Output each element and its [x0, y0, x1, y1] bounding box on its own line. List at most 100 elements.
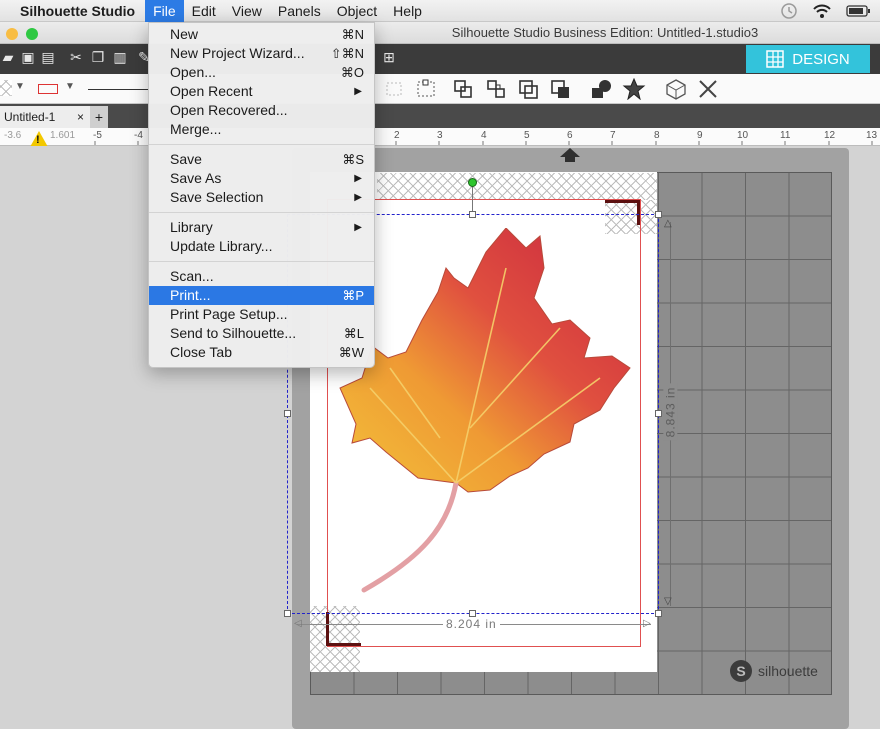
width-dimension-label: 8.204 in — [443, 617, 500, 631]
ruler-x-field[interactable]: -3.6 — [4, 130, 21, 141]
group-icon[interactable] — [382, 78, 406, 100]
horizontal-ruler: -3.6 1.601 -5 -4 2 3 4 5 6 7 8 9 10 11 1… — [0, 128, 880, 146]
status-icons — [780, 0, 880, 22]
ruler-label: 10 — [737, 130, 749, 141]
print-icon[interactable]: ▤ — [40, 49, 56, 67]
tab-label: Untitled-1 — [4, 110, 56, 124]
shapes-icon[interactable] — [590, 78, 614, 100]
page-margin-top — [377, 173, 657, 200]
menu-item-open[interactable]: Open... ⌘O — [149, 63, 374, 82]
menu-help[interactable]: Help — [385, 0, 430, 22]
ruler-y-field[interactable]: 1.601 — [50, 130, 75, 141]
app-menu[interactable]: Silhouette Studio — [6, 3, 145, 19]
menu-panels[interactable]: Panels — [270, 0, 329, 22]
star-icon[interactable] — [622, 78, 646, 100]
menu-file[interactable]: File — [145, 0, 184, 22]
menu-item-open-recovered[interactable]: Open Recovered... — [149, 101, 374, 120]
ruler-label: -5 — [93, 130, 102, 141]
dimension-arrow-top-icon: △ — [664, 218, 672, 229]
menu-object[interactable]: Object — [329, 0, 385, 22]
ruler-label: 3 — [437, 130, 443, 141]
menu-item-open-recent[interactable]: Open Recent ▶ — [149, 82, 374, 101]
menu-item-save-as[interactable]: Save As ▶ — [149, 169, 374, 188]
add-tab-button[interactable]: + — [90, 106, 108, 128]
line-color-dropdown-icon[interactable]: ▼ — [65, 81, 75, 92]
fill-swatch[interactable] — [0, 80, 12, 96]
design-button-label: DESIGN — [792, 50, 850, 68]
intersect-icon[interactable] — [517, 78, 541, 100]
weld-icon[interactable] — [452, 78, 476, 100]
menu-item-send-to-silhouette[interactable]: Send to Silhouette... ⌘L — [149, 324, 374, 343]
menu-item-merge[interactable]: Merge... — [149, 120, 374, 139]
menu-item-scan[interactable]: Scan... — [149, 267, 374, 286]
menu-item-save-selection[interactable]: Save Selection ▶ — [149, 188, 374, 207]
ruler-label: 4 — [481, 130, 487, 141]
ruler-label: 8 — [654, 130, 660, 141]
dimension-arrow-left-icon: ◁ — [294, 618, 302, 629]
silhouette-logo: S silhouette — [730, 660, 818, 682]
ruler-label: 6 — [567, 130, 573, 141]
ruler-label: 5 — [524, 130, 530, 141]
resize-handle-bottom[interactable] — [469, 610, 476, 617]
copy-icon[interactable]: ❐ — [90, 49, 106, 67]
menu-item-new[interactable]: New ⌘N — [149, 25, 374, 44]
line-color-swatch[interactable] — [38, 84, 58, 94]
menu-item-save[interactable]: Save ⌘S — [149, 150, 374, 169]
time-machine-icon[interactable] — [780, 2, 798, 20]
resize-handle-right[interactable] — [655, 410, 662, 417]
submenu-arrow-icon: ▶ — [354, 86, 362, 97]
main-toolbar: ▰ ▣ ▤ ✂ ❐ ▥ ✎ ⊞ DESIGN — [0, 44, 880, 74]
height-dimension-label: 8.843 in — [663, 383, 678, 441]
menu-view[interactable]: View — [224, 0, 270, 22]
ruler-label: 12 — [824, 130, 836, 141]
menu-item-update-library[interactable]: Update Library... — [149, 237, 374, 256]
menu-item-close-tab[interactable]: Close Tab ⌘W — [149, 343, 374, 362]
fill-dropdown-icon[interactable]: ▼ — [15, 81, 25, 92]
ungroup-icon[interactable] — [414, 78, 438, 100]
menu-item-new-project-wizard[interactable]: New Project Wizard... ⇧⌘N — [149, 44, 374, 63]
ruler-label: -4 — [134, 130, 143, 141]
tab-close-icon[interactable]: × — [77, 110, 84, 124]
submenu-arrow-icon: ▶ — [354, 173, 362, 184]
menu-bar: Silhouette Studio File Edit View Panels … — [0, 0, 880, 22]
save-icon[interactable]: ▣ — [20, 49, 36, 67]
warning-mark-icon: ! — [36, 134, 40, 146]
window-title: Silhouette Studio Business Edition: Unti… — [451, 25, 759, 40]
paste-icon[interactable]: ▥ — [112, 49, 128, 67]
cut-icon[interactable]: ✂ — [68, 49, 84, 67]
ruler-label: 13 — [866, 130, 878, 141]
resize-handle-top-right[interactable] — [655, 211, 662, 218]
menu-item-library[interactable]: Library ▶ — [149, 218, 374, 237]
file-menu-dropdown: New ⌘N New Project Wizard... ⇧⌘N Open... ⌘O… — [148, 22, 375, 368]
menu-separator — [149, 144, 374, 145]
resize-handle-bottom-right[interactable] — [655, 610, 662, 617]
window-title-bar: Silhouette Studio Business Edition: Unti… — [0, 22, 880, 44]
document-tab-strip: Untitled-1 × + — [0, 104, 880, 128]
ruler-label: 11 — [780, 130, 791, 141]
submenu-arrow-icon: ▶ — [354, 192, 362, 203]
menu-separator — [149, 261, 374, 262]
design-button[interactable]: DESIGN — [746, 45, 870, 73]
menu-edit[interactable]: Edit — [184, 0, 224, 22]
subtract-icon[interactable] — [485, 78, 509, 100]
tab-untitled-1[interactable]: Untitled-1 × — [0, 106, 90, 128]
menu-separator — [149, 212, 374, 213]
line-style-preview[interactable] — [88, 89, 148, 90]
rotation-handle[interactable] — [468, 178, 477, 187]
submenu-arrow-icon: ▶ — [354, 222, 362, 233]
crop-icon[interactable] — [549, 78, 573, 100]
open-folder-icon[interactable]: ▰ — [0, 49, 16, 67]
menu-item-print[interactable]: Print... ⌘P — [149, 286, 374, 305]
battery-icon[interactable] — [846, 4, 872, 18]
wifi-icon[interactable] — [812, 3, 832, 19]
resize-handle-top[interactable] — [469, 211, 476, 218]
add-page-icon[interactable]: ⊞ — [381, 49, 397, 67]
3d-box-icon[interactable] — [664, 78, 688, 100]
resize-handle-left[interactable] — [284, 410, 291, 417]
close-icon[interactable] — [696, 78, 720, 100]
feed-direction-stem — [565, 156, 575, 162]
grid-icon — [766, 50, 784, 68]
resize-handle-bottom-left[interactable] — [284, 610, 291, 617]
dimension-arrow-bottom-icon: ▽ — [664, 596, 672, 607]
menu-item-print-page-setup[interactable]: Print Page Setup... — [149, 305, 374, 324]
